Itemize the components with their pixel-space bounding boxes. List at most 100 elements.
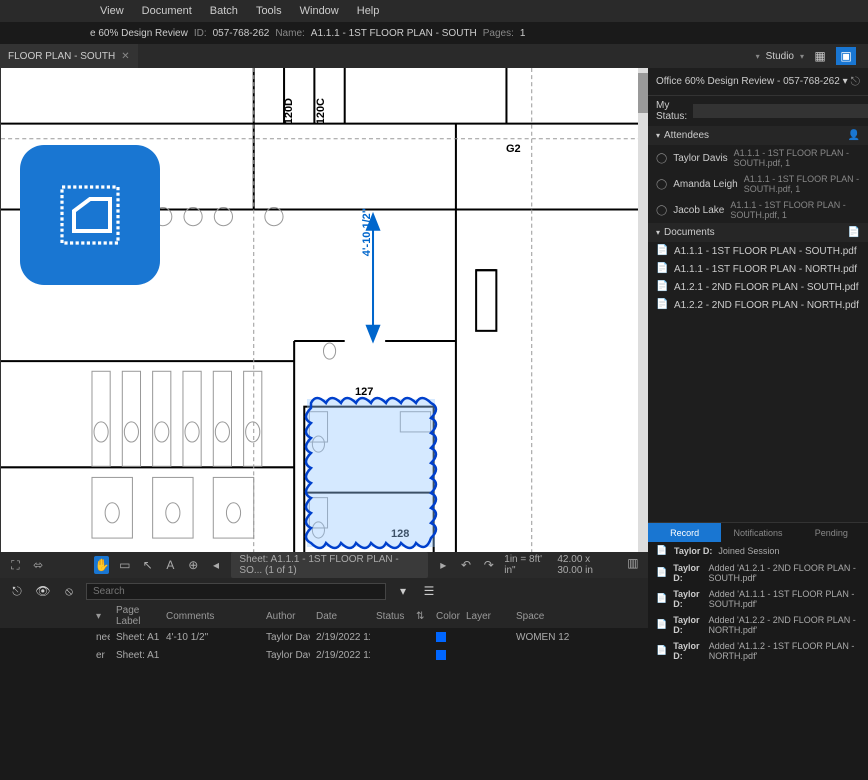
rotate-right-icon[interactable]: ↷ <box>481 556 496 574</box>
attendee-row[interactable]: ◯ Amanda Leigh A1.1.1 - 1ST FLOOR PLAN -… <box>648 171 868 197</box>
filter-icon[interactable]: ⎋ <box>8 582 26 600</box>
column-status[interactable]: Status <box>370 611 410 622</box>
session-name: Office 60% Design Review - 057-768-262 ▾ <box>656 76 848 87</box>
studio-toggle: ▾ Studio ▾ ▦ ▣ <box>756 47 868 65</box>
tab-record[interactable]: Record <box>648 523 721 542</box>
visibility-icon[interactable]: 👁 <box>34 582 52 600</box>
search-input[interactable] <box>86 583 386 600</box>
filter-dropdown-icon[interactable]: ▾ <box>394 582 412 600</box>
tabbar: FLOOR PLAN - SOUTH ✕ ▾ Studio ▾ ▦ ▣ <box>0 44 868 68</box>
document-row[interactable]: 📄A1.2.2 - 2ND FLOOR PLAN - NORTH.pdf <box>648 296 868 314</box>
document-icon: 📄 <box>656 593 667 605</box>
page-settings-icon[interactable]: ▥ <box>626 554 640 572</box>
id-value: 057-768-262 <box>213 28 270 39</box>
row-type: er <box>90 650 110 661</box>
column-author[interactable]: Author <box>260 611 310 622</box>
documents-header[interactable]: ▾Documents 📄 <box>648 223 868 242</box>
sort-icon[interactable]: ⇅ <box>410 611 430 622</box>
next-page-icon[interactable]: ▸ <box>436 556 451 574</box>
cell-page: Sheet: A1.1... <box>110 650 160 661</box>
chevron-down-icon[interactable]: ▾ <box>800 52 804 61</box>
menu-help[interactable]: Help <box>357 5 380 17</box>
leave-session-icon[interactable]: ⎋ <box>851 74 861 89</box>
close-icon[interactable]: ✕ <box>121 51 129 62</box>
chevron-down-icon: ▾ <box>656 131 660 140</box>
attendee-doc: A1.1.1 - 1ST FLOOR PLAN - SOUTH.pdf, 1 <box>730 200 860 220</box>
cloud-markup[interactable] <box>301 393 441 552</box>
follow-icon[interactable]: 👤 <box>848 130 860 141</box>
studio-label: Studio <box>766 51 794 62</box>
menu-tools[interactable]: Tools <box>256 5 282 17</box>
activity-row[interactable]: 📄Taylor D:Added 'A1.2.1 - 2ND FLOOR PLAN… <box>648 560 868 586</box>
document-tab[interactable]: FLOOR PLAN - SOUTH ✕ <box>0 44 138 68</box>
menu-window[interactable]: Window <box>300 5 339 17</box>
cell-author: Taylor Davis <box>260 650 310 661</box>
document-icon: 📄 <box>656 545 668 557</box>
prev-page-icon[interactable]: ◂ <box>209 556 224 574</box>
expand-column[interactable]: ▾ <box>90 611 110 622</box>
rotate-left-icon[interactable]: ↶ <box>459 556 474 574</box>
table-row[interactable]: er Sheet: A1.1... Taylor Davis 2/19/2022… <box>0 646 648 664</box>
chevron-down-icon: ▾ <box>656 228 660 237</box>
room-label: 120C <box>315 98 327 124</box>
table-row[interactable]: neer Sheet: A1.1... 4'-10 1/2" Taylor Da… <box>0 628 648 646</box>
session-header[interactable]: Office 60% Design Review - 057-768-262 ▾… <box>648 68 868 96</box>
row-type: neer <box>90 632 110 643</box>
hide-icon[interactable]: ⦸ <box>60 582 78 600</box>
tab-pending[interactable]: Pending <box>795 523 868 542</box>
status-label: My Status: <box>656 100 687 122</box>
fit-width-icon[interactable]: ⬄ <box>31 556 46 574</box>
sheet-dropdown[interactable]: Sheet: A1.1.1 - 1ST FLOOR PLAN - SO... (… <box>231 552 427 578</box>
activity-row[interactable]: 📄Taylor D:Joined Session <box>648 542 868 560</box>
document-row[interactable]: 📄A1.2.1 - 2ND FLOOR PLAN - SOUTH.pdf <box>648 278 868 296</box>
activity-row[interactable]: 📄Taylor D:Added 'A1.2.2 - 2ND FLOOR PLAN… <box>648 612 868 638</box>
status-input[interactable] <box>693 104 868 118</box>
blueprint-icon <box>50 175 130 255</box>
table-header: ▾ Page Label Comments Author Date Status… <box>0 604 648 628</box>
chevron-down-icon[interactable]: ▾ <box>756 52 760 61</box>
column-date[interactable]: Date <box>310 611 370 622</box>
id-label: ID: <box>194 28 207 39</box>
studio-sessions-button[interactable]: ▣ <box>836 47 856 65</box>
column-page[interactable]: Page Label <box>110 605 160 627</box>
activity-row[interactable]: 📄Taylor D:Added 'A1.1.1 - 1ST FLOOR PLAN… <box>648 586 868 612</box>
menu-batch[interactable]: Batch <box>210 5 238 17</box>
attendee-name: Amanda Leigh <box>673 179 738 190</box>
attendees-header[interactable]: ▾Attendees 👤 <box>648 126 868 145</box>
pdf-icon: 📄 <box>656 245 668 257</box>
color-swatch <box>436 632 446 642</box>
studio-projects-button[interactable]: ▦ <box>810 47 830 65</box>
attendee-row[interactable]: ◯ Taylor Davis A1.1.1 - 1ST FLOOR PLAN -… <box>648 145 868 171</box>
document-row[interactable]: 📄A1.1.1 - 1ST FLOOR PLAN - NORTH.pdf <box>648 260 868 278</box>
select-tool-icon[interactable]: ▭ <box>117 556 132 574</box>
person-icon: ◯ <box>656 152 667 164</box>
menu-view[interactable]: View <box>100 5 124 17</box>
activity-row[interactable]: 📄Taylor D:Added 'A1.1.2 - 1ST FLOOR PLAN… <box>648 638 868 664</box>
fit-page-icon[interactable]: ⛶ <box>8 556 23 574</box>
page-size-text: 42.00 x 30.00 in <box>557 554 613 576</box>
list-view-icon[interactable]: ☰ <box>420 582 438 600</box>
menu-document[interactable]: Document <box>142 5 192 17</box>
vertical-scrollbar[interactable] <box>638 68 648 552</box>
column-space[interactable]: Space <box>510 611 570 622</box>
markup-table: ▾ Page Label Comments Author Date Status… <box>0 604 648 664</box>
zoom-tool-icon[interactable]: ⊕ <box>186 556 201 574</box>
tab-title: FLOOR PLAN - SOUTH <box>8 51 115 62</box>
pan-tool-icon[interactable]: ✋ <box>94 556 109 574</box>
column-layer[interactable]: Layer <box>460 611 510 622</box>
menubar: View Document Batch Tools Window Help <box>0 0 868 22</box>
dimension-annotation[interactable]: 4'-10 1/2" <box>361 208 373 256</box>
tab-notifications[interactable]: Notifications <box>721 523 794 542</box>
text-tool-icon[interactable]: A <box>163 556 178 574</box>
name-label: Name: <box>275 28 304 39</box>
attendee-row[interactable]: ◯ Jacob Lake A1.1.1 - 1ST FLOOR PLAN - S… <box>648 197 868 223</box>
column-comments[interactable]: Comments <box>160 611 260 622</box>
add-document-icon[interactable]: 📄 <box>848 227 860 238</box>
cell-space: WOMEN 126 <box>510 632 570 643</box>
review-name: e 60% Design Review <box>90 28 188 39</box>
document-row[interactable]: 📄A1.1.1 - 1ST FLOOR PLAN - SOUTH.pdf <box>648 242 868 260</box>
column-color[interactable]: Color <box>430 611 460 622</box>
drawing-canvas[interactable]: 4'-10 1/2" G2 120D 120C 127 128 <box>0 68 648 552</box>
cell-date: 2/19/2022 11:48:19... <box>310 632 370 643</box>
pointer-tool-icon[interactable]: ↖ <box>140 556 155 574</box>
